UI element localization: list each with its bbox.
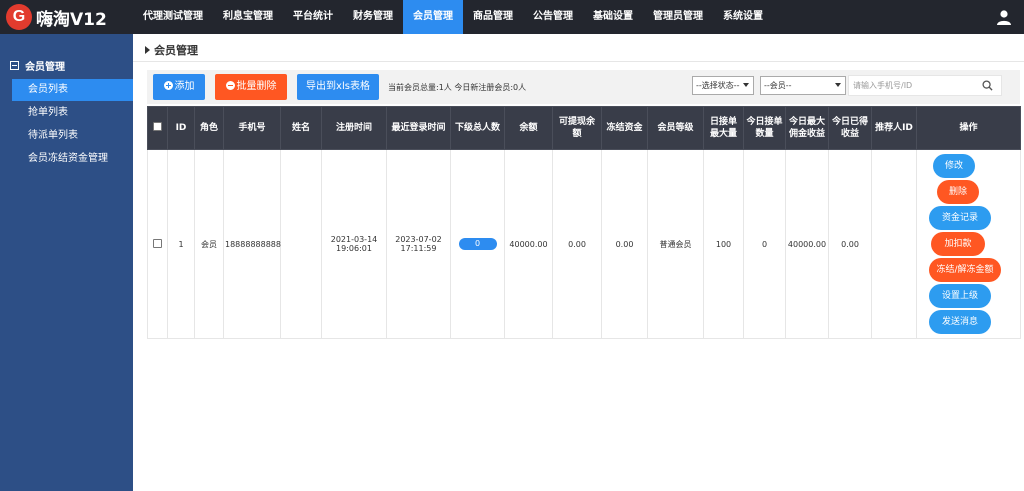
minus-circle-icon xyxy=(225,81,235,90)
topnav-basic-settings[interactable]: 基础设置 xyxy=(583,0,643,34)
table-row: 1 会员 18888888888 2021-03-14 19:06:01 202… xyxy=(147,149,1021,339)
col-header: 推荐人ID xyxy=(871,106,917,150)
sidebar-section-header[interactable]: 会员管理 xyxy=(10,58,65,73)
add-button[interactable]: 添加 xyxy=(153,74,205,100)
edit-button[interactable]: 修改 xyxy=(933,154,975,178)
chevron-down-icon xyxy=(743,83,749,87)
chevron-down-icon xyxy=(835,83,841,87)
select-all-cell xyxy=(147,106,168,150)
col-header: 日接单最大量 xyxy=(703,106,744,150)
divider xyxy=(133,61,1024,62)
topnav-statistics[interactable]: 平台统计 xyxy=(283,0,343,34)
col-header: 姓名 xyxy=(280,106,322,150)
top-navigation-bar: G 嗨淘V12 代理测试管理 利息宝管理 平台统计 财务管理 会员管理 商品管理… xyxy=(0,0,1024,34)
topnav-system-settings[interactable]: 系统设置 xyxy=(713,0,773,34)
cell-balance: 40000.00 xyxy=(504,149,553,339)
cell-today-earned: 0.00 xyxy=(828,149,872,339)
col-header: 手机号 xyxy=(223,106,281,150)
col-header: 冻结资金 xyxy=(601,106,648,150)
plus-icon xyxy=(163,81,173,90)
row-select-cell xyxy=(147,149,168,339)
search-icon[interactable] xyxy=(982,80,993,91)
col-header: 注册时间 xyxy=(321,106,387,150)
toolbar: 添加 批量删除 导出到xls表格 当前会员总量:1人 今日新注册会员:0人 --… xyxy=(147,70,1020,104)
topnav-finance[interactable]: 财务管理 xyxy=(343,0,403,34)
search-input[interactable] xyxy=(849,76,974,95)
add-deduct-button[interactable]: 加扣款 xyxy=(931,232,985,256)
sidebar-item-grab-orders[interactable]: 抢单列表 xyxy=(12,102,133,124)
subordinates-badge[interactable]: 0 xyxy=(458,238,497,250)
logo-icon: G xyxy=(6,4,32,30)
cell-register-time: 2021-03-14 19:06:01 xyxy=(321,149,387,339)
breadcrumb: 会员管理 xyxy=(145,42,198,58)
caret-right-icon xyxy=(145,46,150,54)
topnav-interest[interactable]: 利息宝管理 xyxy=(213,0,283,34)
cell-role: 会员 xyxy=(194,149,224,339)
collapse-icon[interactable] xyxy=(10,61,19,70)
col-header: 今日已得收益 xyxy=(828,106,872,150)
sidebar-item-pending-dispatch[interactable]: 待派单列表 xyxy=(12,125,133,147)
col-header: 可提现余额 xyxy=(552,106,602,150)
top-menu: 代理测试管理 利息宝管理 平台统计 财务管理 会员管理 商品管理 公告管理 基础… xyxy=(133,0,773,34)
member-select[interactable]: --会员-- xyxy=(760,76,846,95)
register-clock: 19:06:01 xyxy=(336,244,372,253)
funds-record-button[interactable]: 资金记录 xyxy=(929,206,991,230)
sidebar-item-member-list[interactable]: 会员列表 xyxy=(12,79,133,101)
register-date: 2021-03-14 xyxy=(330,235,378,244)
batch-delete-button[interactable]: 批量删除 xyxy=(215,74,287,100)
sidebar-section-title: 会员管理 xyxy=(25,62,65,73)
search-box xyxy=(848,75,1002,96)
col-header: 下级总人数 xyxy=(450,106,505,150)
sidebar: 会员管理 会员列表 抢单列表 待派单列表 会员冻结资金管理 xyxy=(0,34,133,491)
app-name: 嗨淘V12 xyxy=(36,9,107,30)
delete-button[interactable]: 删除 xyxy=(937,180,979,204)
cell-frozen: 0.00 xyxy=(601,149,648,339)
set-superior-button[interactable]: 设置上级 xyxy=(929,284,991,308)
cell-id: 1 xyxy=(167,149,195,339)
col-header: 今日接单数量 xyxy=(743,106,786,150)
topnav-members[interactable]: 会员管理 xyxy=(403,0,463,34)
cell-actions: 修改 删除 资金记录 加扣款 冻结/解冻金额 设置上级 发送消息 xyxy=(916,149,1021,339)
topnav-products[interactable]: 商品管理 xyxy=(463,0,523,34)
select-all-checkbox[interactable] xyxy=(153,121,162,131)
cell-withdrawable: 0.00 xyxy=(552,149,602,339)
member-stats: 当前会员总量:1人 今日新注册会员:0人 xyxy=(388,83,527,92)
main-content: 会员管理 添加 批量删除 导出到xls表格 当前会员总量:1人 今日新注册会员:… xyxy=(133,34,1024,491)
cell-subordinates: 0 xyxy=(450,149,505,339)
cell-today-orders: 0 xyxy=(743,149,786,339)
table-header-row: ID 角色 手机号 姓名 注册时间 最近登录时间 下级总人数 余额 可提现余额 … xyxy=(147,106,1021,150)
row-checkbox[interactable] xyxy=(153,238,162,248)
member-table: ID 角色 手机号 姓名 注册时间 最近登录时间 下级总人数 余额 可提现余额 … xyxy=(147,106,1021,339)
col-header: 今日最大佣金收益 xyxy=(785,106,829,150)
app-logo[interactable]: G 嗨淘V12 xyxy=(0,0,133,34)
status-select[interactable]: --选择状态-- xyxy=(692,76,754,95)
cell-referrer-id xyxy=(871,149,917,339)
topnav-admins[interactable]: 管理员管理 xyxy=(643,0,713,34)
send-message-button[interactable]: 发送消息 xyxy=(929,310,991,334)
topnav-announcements[interactable]: 公告管理 xyxy=(523,0,583,34)
breadcrumb-label: 会员管理 xyxy=(154,44,198,57)
cell-phone: 18888888888 xyxy=(223,149,281,339)
cell-last-login: 2023-07-02 17:11:59 xyxy=(386,149,451,339)
cell-today-max-commission: 40000.00 xyxy=(785,149,829,339)
actions-group: 修改 删除 资金记录 加扣款 冻结/解冻金额 设置上级 发送消息 xyxy=(918,150,1019,338)
col-header: 操作 xyxy=(916,106,1021,150)
export-xls-button[interactable]: 导出到xls表格 xyxy=(297,74,379,100)
sidebar-item-frozen-funds[interactable]: 会员冻结资金管理 xyxy=(12,148,133,170)
cell-level: 普通会员 xyxy=(647,149,704,339)
user-icon[interactable] xyxy=(996,9,1012,25)
login-clock: 17:11:59 xyxy=(400,244,437,253)
freeze-unfreeze-button[interactable]: 冻结/解冻金额 xyxy=(929,258,1001,282)
col-header: 最近登录时间 xyxy=(386,106,451,150)
col-header: 角色 xyxy=(194,106,224,150)
cell-daily-max-orders: 100 xyxy=(703,149,744,339)
col-header: 余额 xyxy=(504,106,553,150)
col-header: ID xyxy=(167,106,195,150)
login-date: 2023-07-02 xyxy=(395,235,442,244)
topnav-agent-test[interactable]: 代理测试管理 xyxy=(133,0,213,34)
col-header: 会员等级 xyxy=(647,106,704,150)
cell-name xyxy=(280,149,322,339)
